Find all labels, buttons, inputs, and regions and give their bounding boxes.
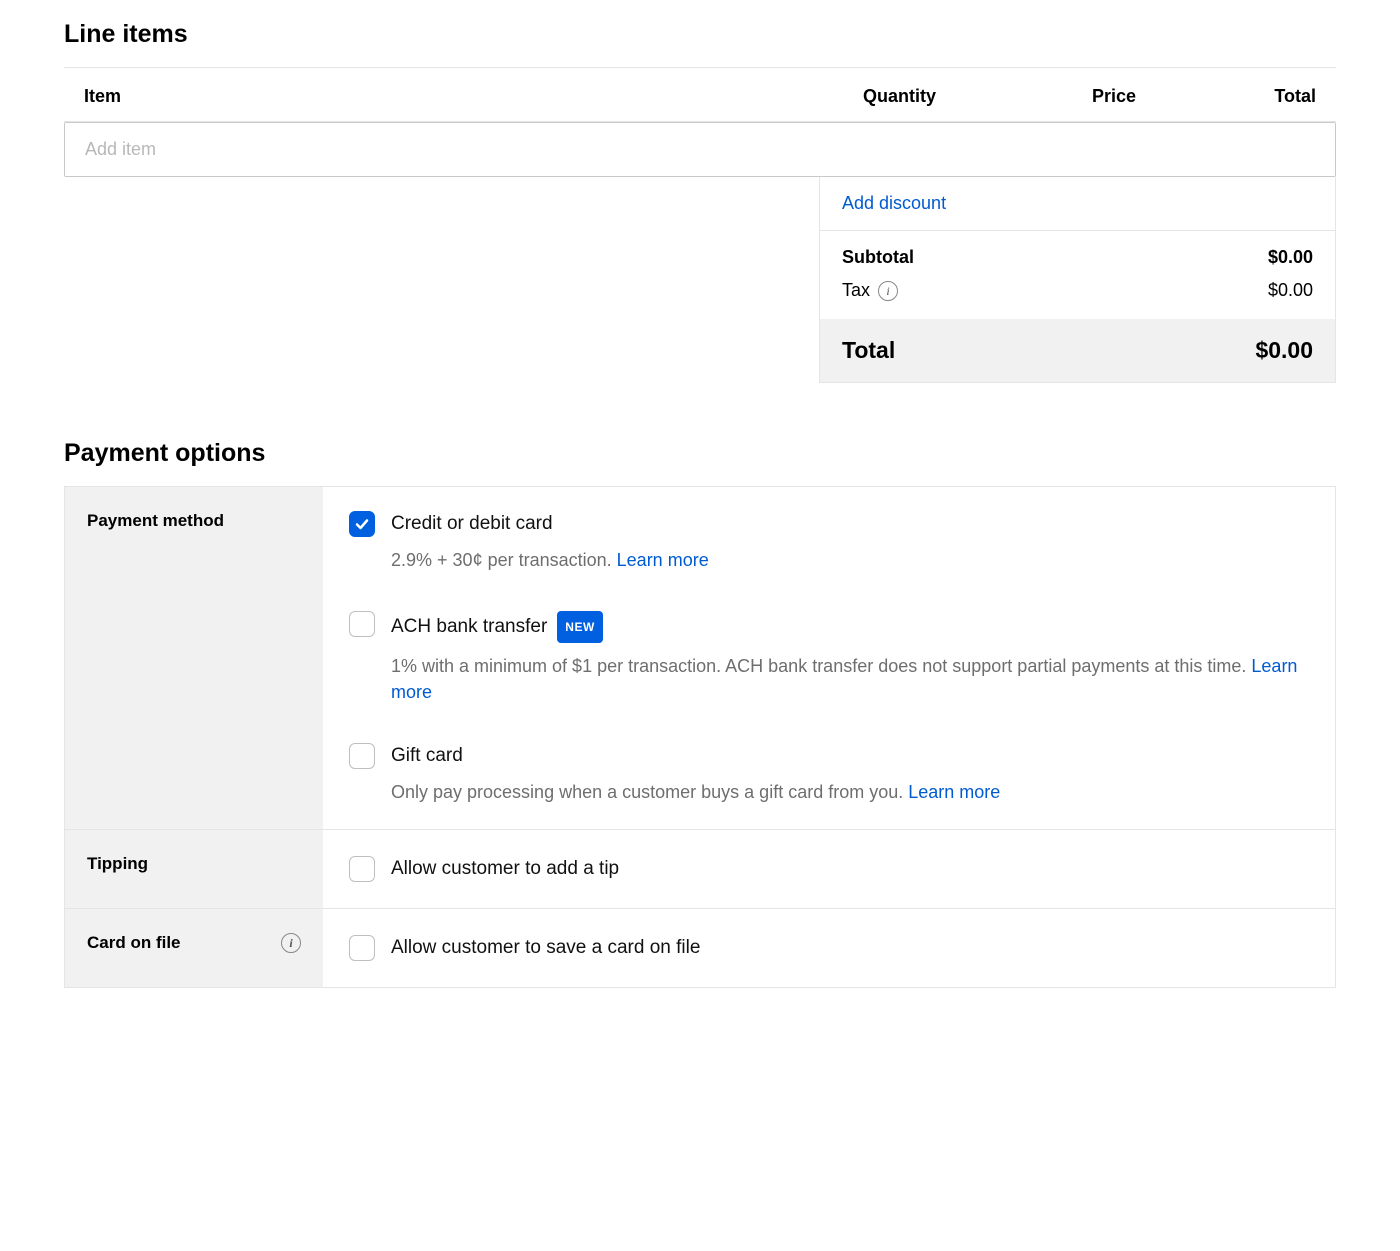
payment-options-section: Payment options Payment method Credit or… [64, 439, 1336, 988]
learn-more-card[interactable]: Learn more [617, 550, 709, 570]
card-on-file-label-text: Card on file [87, 933, 181, 953]
col-qty-header: Quantity [786, 86, 936, 107]
option-ach-title-wrap: ACH bank transfer NEW [391, 611, 1309, 643]
add-item-input[interactable] [65, 123, 1335, 176]
total-label: Total [842, 337, 895, 364]
tipping-row: Tipping Allow customer to add a tip [65, 830, 1335, 909]
option-credit-card-title: Credit or debit card [391, 511, 1309, 537]
total-row: Total $0.00 [820, 319, 1335, 382]
col-item-header: Item [84, 86, 786, 107]
tax-row: Tax i $0.00 [820, 274, 1335, 319]
payment-method-label: Payment method [65, 487, 323, 829]
option-gift-card-title: Gift card [391, 743, 1309, 769]
add-discount-link[interactable]: Add discount [842, 193, 946, 214]
subtotal-value: $0.00 [1268, 247, 1313, 268]
tipping-body: Allow customer to add a tip [323, 830, 1335, 908]
payment-options-heading: Payment options [64, 439, 1336, 468]
option-credit-card-text: Credit or debit card 2.9% + 30¢ per tran… [391, 511, 1309, 573]
option-tipping: Allow customer to add a tip [349, 856, 1309, 882]
option-card-on-file: Allow customer to save a card on file [349, 935, 1309, 961]
tipping-label-text: Tipping [87, 854, 148, 874]
option-cof-text: Allow customer to save a card on file [391, 935, 1309, 961]
card-on-file-label: Card on file i [65, 909, 323, 987]
card-on-file-body: Allow customer to save a card on file [323, 909, 1335, 987]
card-on-file-row: Card on file i Allow customer to save a … [65, 909, 1335, 987]
table-header: Item Quantity Price Total [64, 68, 1336, 122]
option-gift-card-desc-text: Only pay processing when a customer buys… [391, 782, 908, 802]
payment-method-body: Credit or debit card 2.9% + 30¢ per tran… [323, 487, 1335, 829]
option-tipping-text: Allow customer to add a tip [391, 856, 1309, 882]
subtotal-label: Subtotal [842, 247, 914, 268]
option-ach-title: ACH bank transfer [391, 614, 547, 640]
subtotal-row: Subtotal $0.00 [820, 231, 1335, 274]
check-icon [354, 516, 370, 532]
option-cof-title: Allow customer to save a card on file [391, 935, 1309, 961]
badge-new: NEW [557, 611, 603, 643]
tipping-label: Tipping [65, 830, 323, 908]
option-credit-card-desc-text: 2.9% + 30¢ per transaction. [391, 550, 617, 570]
option-ach-desc: 1% with a minimum of $1 per transaction.… [391, 653, 1309, 705]
learn-more-gift[interactable]: Learn more [908, 782, 1000, 802]
checkbox-ach[interactable] [349, 611, 375, 637]
add-item-row [64, 122, 1336, 177]
option-ach-desc-text: 1% with a minimum of $1 per transaction.… [391, 656, 1251, 676]
option-ach-text: ACH bank transfer NEW 1% with a minimum … [391, 611, 1309, 705]
option-gift-card-desc: Only pay processing when a customer buys… [391, 779, 1309, 805]
payment-panel: Payment method Credit or debit card 2.9%… [64, 486, 1336, 988]
option-credit-card-desc: 2.9% + 30¢ per transaction. Learn more [391, 547, 1309, 573]
line-items-heading: Line items [64, 20, 1336, 49]
tax-label-wrap: Tax i [842, 280, 898, 301]
option-gift-card: Gift card Only pay processing when a cus… [349, 743, 1309, 805]
checkbox-tipping[interactable] [349, 856, 375, 882]
option-tipping-title: Allow customer to add a tip [391, 856, 1309, 882]
col-total-header: Total [1136, 86, 1316, 107]
payment-method-row: Payment method Credit or debit card 2.9%… [65, 487, 1335, 830]
checkbox-card-on-file[interactable] [349, 935, 375, 961]
option-ach: ACH bank transfer NEW 1% with a minimum … [349, 611, 1309, 705]
col-price-header: Price [936, 86, 1136, 107]
info-icon[interactable]: i [281, 933, 301, 953]
summary-box: Add discount Subtotal $0.00 Tax i $0.00 … [819, 177, 1336, 383]
info-icon[interactable]: i [878, 281, 898, 301]
line-items-table: Item Quantity Price Total [64, 67, 1336, 177]
tax-label: Tax [842, 280, 870, 301]
add-discount-row: Add discount [820, 177, 1335, 231]
checkbox-credit-card[interactable] [349, 511, 375, 537]
total-value: $0.00 [1255, 337, 1313, 364]
tax-value: $0.00 [1268, 280, 1313, 301]
line-items-section: Line items Item Quantity Price Total Add… [64, 20, 1336, 383]
option-gift-card-text: Gift card Only pay processing when a cus… [391, 743, 1309, 805]
option-credit-card: Credit or debit card 2.9% + 30¢ per tran… [349, 511, 1309, 573]
payment-method-label-text: Payment method [87, 511, 224, 531]
checkbox-gift-card[interactable] [349, 743, 375, 769]
